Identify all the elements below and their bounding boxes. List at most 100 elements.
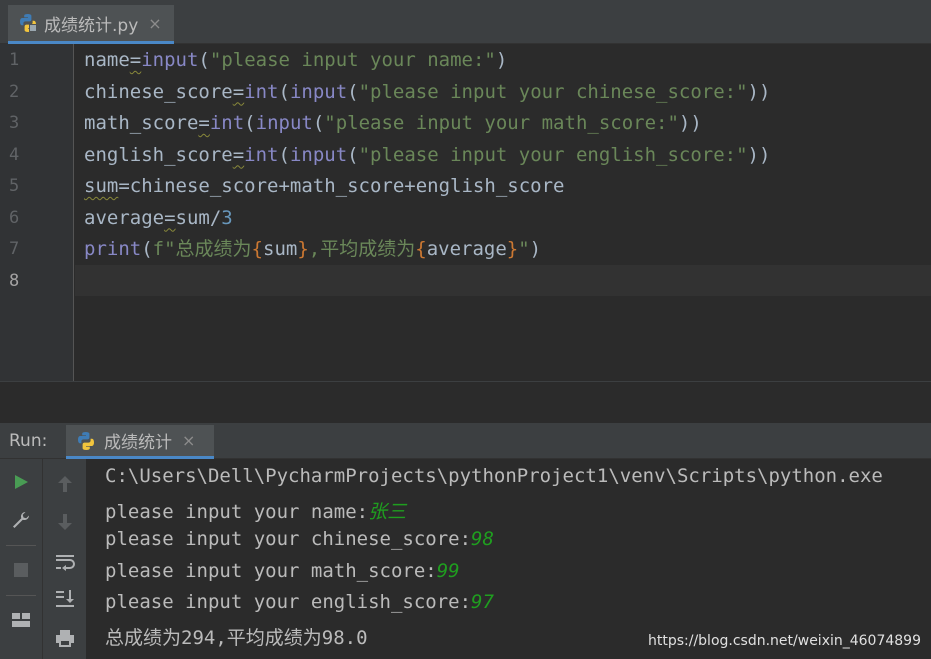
line-number: 7 <box>9 239 20 259</box>
close-icon[interactable]: × <box>148 14 161 33</box>
code-token: average <box>426 238 507 260</box>
code-token: { <box>415 238 427 260</box>
editor-bottom-area <box>0 381 931 423</box>
scroll-to-end-icon[interactable] <box>50 583 80 613</box>
close-icon[interactable]: × <box>182 431 195 450</box>
console-line: please input your name:张三 <box>105 497 406 524</box>
code-token: )) <box>747 80 771 103</box>
code-line: average=sum/3 <box>84 205 233 231</box>
run-label: Run: <box>9 431 48 451</box>
editor-tab-bar: 成绩统计.py × <box>0 0 931 44</box>
code-token: 3 <box>221 206 233 229</box>
code-token: sum <box>263 238 298 260</box>
code-token: ) <box>495 49 508 71</box>
code-line: name=input("please input your name:") <box>84 47 507 73</box>
code-token: ( <box>278 80 290 103</box>
code-token: ( <box>278 143 290 166</box>
line-number: 5 <box>9 176 20 196</box>
code-editor[interactable]: 12345678 name=input("please input your n… <box>0 44 931 381</box>
code-token: ( <box>141 238 153 260</box>
console-result-line: 总成绩为294,平均成绩为98.0 <box>105 627 368 649</box>
code-token: = <box>232 80 245 103</box>
console-prompt: please input your english_score: <box>105 591 472 613</box>
console-user-input: 98 <box>471 528 494 550</box>
layout-icon[interactable] <box>6 605 36 635</box>
code-token: int <box>209 112 245 134</box>
code-token: ( <box>347 80 359 103</box>
toolbar-separator <box>6 595 36 596</box>
code-token: = <box>129 49 142 71</box>
code-token: average <box>84 206 165 229</box>
code-token: input <box>141 49 199 71</box>
line-number: 6 <box>9 207 20 228</box>
code-line: math_score=int(input("please input your … <box>84 110 702 136</box>
code-token: int <box>244 80 279 103</box>
line-number: 8 <box>9 270 20 291</box>
code-token: ( <box>244 112 256 134</box>
line-number: 1 <box>9 50 20 70</box>
code-token: = <box>198 112 210 134</box>
console-path-line: C:\Users\Dell\PycharmProjects\pythonProj… <box>105 465 883 487</box>
run-console[interactable]: C:\Users\Dell\PycharmProjects\pythonProj… <box>87 459 931 659</box>
line-number: 2 <box>9 81 20 102</box>
code-token: math_score <box>84 112 199 134</box>
code-token: int <box>244 143 279 166</box>
code-token: ) <box>529 238 542 260</box>
console-line: please input your chinese_score:98 <box>105 528 494 550</box>
code-token: = <box>232 143 245 166</box>
code-token: print <box>84 238 142 260</box>
python-icon <box>78 431 94 450</box>
print-icon[interactable] <box>50 623 80 653</box>
code-token: } <box>506 238 519 260</box>
code-token: { <box>251 238 263 260</box>
up-arrow-icon[interactable] <box>50 469 80 499</box>
code-token: f"总成绩为 <box>152 238 252 260</box>
run-toolbar-primary <box>0 459 43 659</box>
console-line: please input your english_score:97 <box>105 591 494 613</box>
watermark: https://blog.csdn.net/weixin_46074899 <box>647 633 921 649</box>
code-token: )) <box>678 112 702 134</box>
run-tool-window-header: Run: 成绩统计 × <box>0 423 931 459</box>
code-line: print(f"总成绩为{sum},平均成绩为{average}") <box>84 236 541 262</box>
code-token: =chinese_score+math_score+english_score <box>118 175 565 197</box>
line-number: 3 <box>9 113 20 133</box>
code-token: = <box>164 206 176 229</box>
code-token: ( <box>347 143 359 166</box>
code-line: sum=chinese_score+math_score+english_sco… <box>84 173 564 199</box>
code-token: " <box>518 238 530 260</box>
python-file-icon <box>20 14 37 32</box>
console-user-input: 99 <box>436 560 460 582</box>
line-number-gutter: 1 2 3 4 5 6 7 8 <box>0 44 74 381</box>
code-token: input <box>255 112 313 134</box>
code-token: input <box>289 143 348 166</box>
wrench-icon[interactable] <box>6 505 36 535</box>
run-toolbar-secondary <box>43 459 87 659</box>
code-token: name <box>84 49 130 71</box>
code-line: english_score=int(input("please input yo… <box>84 142 770 168</box>
code-token: "please input your chinese_score:" <box>358 80 748 103</box>
run-config-tab[interactable]: 成绩统计 × <box>66 425 214 459</box>
code-token: "please input your math_score:" <box>324 112 679 134</box>
soft-wrap-icon[interactable] <box>50 547 80 577</box>
run-icon[interactable] <box>6 467 36 497</box>
code-line: chinese_score=int(input("please input yo… <box>84 79 770 105</box>
console-prompt: please input your chinese_score: <box>105 528 472 550</box>
console-line: please input your math_score:99 <box>105 560 460 582</box>
code-token: english_score <box>84 143 233 166</box>
editor-tab[interactable]: 成绩统计.py × <box>8 5 174 44</box>
console-user-input: 张三 <box>368 501 407 523</box>
editor-tab-title: 成绩统计.py <box>44 15 139 36</box>
stop-icon[interactable] <box>6 555 36 585</box>
code-token: sum/ <box>175 206 222 229</box>
console-user-input: 97 <box>471 591 494 613</box>
code-token: "please input your english_score:" <box>358 143 748 166</box>
code-token: chinese_score <box>84 80 233 103</box>
code-token: } <box>297 238 309 260</box>
run-tab-title: 成绩统计 <box>104 433 172 453</box>
code-token: input <box>289 80 348 103</box>
line-number: 4 <box>9 144 20 165</box>
down-arrow-icon[interactable] <box>50 507 80 537</box>
console-prompt: please input your name: <box>105 501 369 523</box>
code-token: "please input your name:" <box>209 49 496 71</box>
current-line-highlight <box>75 265 931 296</box>
